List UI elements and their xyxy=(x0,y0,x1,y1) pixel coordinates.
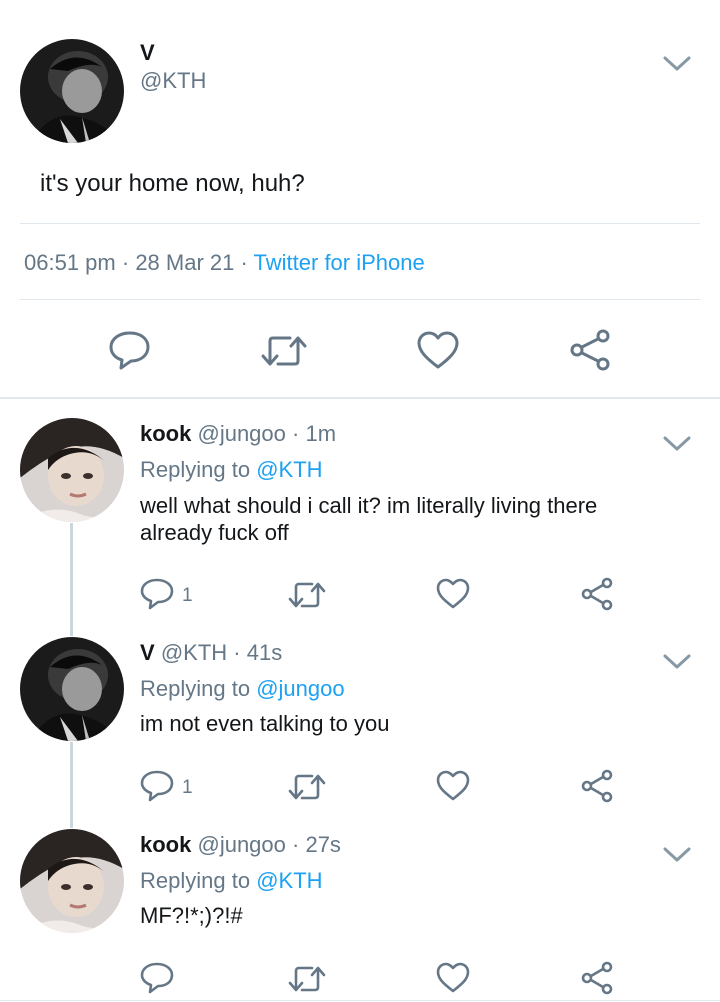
replying-to-label: Replying to xyxy=(140,457,251,482)
display-name[interactable]: V xyxy=(140,640,155,665)
tweet-text: well what should i call it? im literally… xyxy=(140,492,597,546)
reply-icon[interactable] xyxy=(108,330,152,370)
divider xyxy=(20,299,700,300)
chevron-down-icon[interactable] xyxy=(662,845,692,865)
meta-dot: · xyxy=(240,250,248,275)
bottom-divider xyxy=(0,1000,720,1001)
tweet-age: · 1m xyxy=(292,421,337,446)
replying-to-link[interactable]: @KTH xyxy=(256,868,322,893)
handle[interactable]: @jungoo xyxy=(197,421,285,446)
chevron-down-icon[interactable] xyxy=(662,434,692,454)
handle[interactable]: @KTH xyxy=(140,68,206,94)
share-icon[interactable] xyxy=(580,769,614,803)
section-divider xyxy=(0,397,720,399)
tweet-age: · 41s xyxy=(233,640,283,665)
tweet-text-line: well what should i call it? im literally… xyxy=(140,493,598,518)
avatar[interactable] xyxy=(20,637,124,741)
share-icon[interactable] xyxy=(568,328,612,372)
thread-line xyxy=(70,523,73,636)
tweet-text-line: already fuck off xyxy=(140,520,289,545)
like-icon[interactable] xyxy=(436,578,470,610)
avatar[interactable] xyxy=(20,829,124,933)
tweet-text: MF?!*;)?!# xyxy=(140,903,243,928)
reply-count: 1 xyxy=(182,585,193,606)
retweet-icon[interactable] xyxy=(288,772,326,802)
tweet-time: 06:51 pm xyxy=(24,250,116,275)
replying-to: Replying to @jungoo xyxy=(140,676,345,702)
tweet-text: im not even talking to you xyxy=(140,711,390,736)
replying-to-label: Replying to xyxy=(140,676,251,701)
handle[interactable]: @jungoo xyxy=(197,832,285,857)
thread-line xyxy=(70,742,73,828)
tweet-meta: 06:51 pm · 28 Mar 21 · Twitter for iPhon… xyxy=(24,250,425,276)
reply-icon[interactable] xyxy=(140,770,174,802)
avatar[interactable] xyxy=(20,39,124,143)
replying-to-link[interactable]: @KTH xyxy=(256,457,322,482)
replying-to: Replying to @KTH xyxy=(140,868,323,894)
share-icon[interactable] xyxy=(580,577,614,611)
reply-icon[interactable] xyxy=(140,578,174,610)
reply-header: kook @jungoo · 27s xyxy=(140,832,341,858)
retweet-icon[interactable] xyxy=(260,333,308,369)
meta-dot: · xyxy=(121,250,130,275)
chevron-down-icon[interactable] xyxy=(662,652,692,672)
tweet-age: · 27s xyxy=(292,832,341,857)
handle[interactable]: @KTH xyxy=(161,640,227,665)
reply-header: V @KTH · 41s xyxy=(140,640,282,666)
reply-count: 1 xyxy=(182,777,193,798)
reply-header: kook @jungoo · 1m xyxy=(140,421,336,447)
avatar[interactable] xyxy=(20,418,124,522)
tweet-date: 28 Mar 21 xyxy=(135,250,235,275)
tweet-source-link[interactable]: Twitter for iPhone xyxy=(254,250,425,275)
like-icon[interactable] xyxy=(436,962,470,994)
tweet-text: it's your home now, huh? xyxy=(40,170,305,197)
like-icon[interactable] xyxy=(436,770,470,802)
display-name[interactable]: V xyxy=(140,40,155,66)
replying-to-link[interactable]: @jungoo xyxy=(256,676,344,701)
display-name[interactable]: kook xyxy=(140,421,191,446)
divider xyxy=(20,223,700,224)
like-icon[interactable] xyxy=(416,330,460,370)
share-icon[interactable] xyxy=(580,961,614,995)
replying-to: Replying to @KTH xyxy=(140,457,323,483)
display-name[interactable]: kook xyxy=(140,832,191,857)
reply-icon[interactable] xyxy=(140,962,174,994)
retweet-icon[interactable] xyxy=(288,964,326,994)
retweet-icon[interactable] xyxy=(288,580,326,610)
replying-to-label: Replying to xyxy=(140,868,251,893)
chevron-down-icon[interactable] xyxy=(662,54,692,74)
